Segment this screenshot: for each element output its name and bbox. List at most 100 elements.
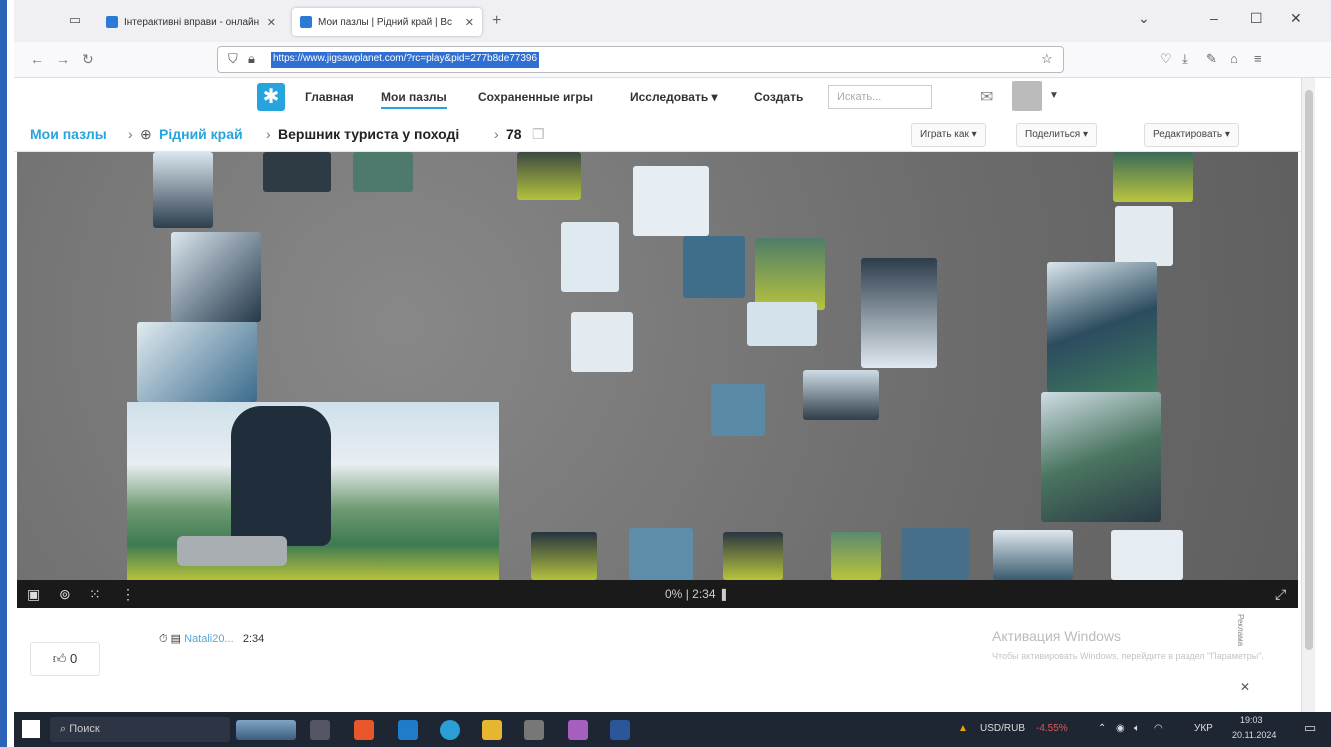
puzzle-piece[interactable] — [993, 530, 1073, 580]
bookmark-star-icon[interactable]: ☆ — [1041, 51, 1053, 67]
site-logo-icon[interactable]: ✱ — [257, 83, 285, 111]
chevron-down-icon[interactable]: ▼ — [1049, 90, 1059, 101]
puzzle-piece[interactable] — [517, 152, 581, 200]
puzzle-piece[interactable] — [831, 532, 881, 580]
puzzle-piece[interactable] — [153, 152, 213, 228]
edit-button[interactable]: Редактировать ▾ — [1144, 123, 1239, 147]
word-icon[interactable] — [610, 720, 630, 740]
tab-list-icon[interactable]: ▭ — [66, 12, 84, 28]
minimize-icon[interactable]: – — [1210, 10, 1218, 26]
share-button[interactable]: Поделиться ▾ — [1016, 123, 1098, 147]
close-tab-icon[interactable]: ✕ — [465, 16, 474, 29]
nav-explore[interactable]: Исследовать ▾ — [630, 90, 718, 104]
app-icon[interactable] — [398, 720, 418, 740]
puzzle-piece[interactable] — [711, 384, 765, 436]
puzzle-piece[interactable] — [1115, 206, 1173, 266]
pause-icon[interactable]: ❚ — [719, 587, 729, 601]
breadcrumb-my-puzzles[interactable]: Мои пазлы — [30, 126, 107, 142]
task-view-icon[interactable] — [310, 720, 330, 740]
new-tab-button[interactable]: + — [492, 12, 501, 30]
puzzle-piece[interactable] — [747, 302, 817, 346]
puzzle-piece[interactable] — [1047, 262, 1157, 392]
extensions-icon[interactable]: ✎ — [1206, 51, 1217, 67]
downloads-icon[interactable]: ⤓ — [1182, 51, 1188, 67]
forward-icon[interactable]: → — [56, 51, 70, 67]
nav-home[interactable]: Главная — [305, 90, 354, 104]
home-icon[interactable]: ⌂ — [1230, 51, 1238, 66]
puzzle-piece[interactable] — [633, 166, 709, 236]
wifi-icon[interactable]: ◠ — [1154, 723, 1163, 734]
record-user[interactable]: Natali20... — [184, 633, 234, 645]
clock-time[interactable]: 19:03 — [1240, 715, 1263, 725]
puzzle-piece[interactable] — [861, 258, 937, 368]
puzzle-piece[interactable] — [353, 152, 413, 192]
breadcrumb-folder[interactable]: Рідний край — [159, 126, 243, 142]
pocket-icon[interactable]: ♡ — [1160, 51, 1172, 67]
keyboard-language[interactable]: УКР — [1194, 723, 1213, 734]
more-options-icon[interactable]: ⋮ — [121, 586, 135, 603]
avatar[interactable] — [1012, 81, 1042, 111]
like-button[interactable]: 👍︎ 0 — [30, 642, 100, 676]
assembled-puzzle-section[interactable] — [127, 402, 499, 580]
puzzle-piece[interactable] — [629, 528, 693, 580]
ghost-image-icon[interactable]: ⊚ — [59, 586, 71, 603]
mail-icon[interactable]: ✉ — [980, 87, 993, 107]
url-text[interactable]: https://www.jigsawplanet.com/?rc=play&pi… — [271, 52, 540, 68]
browser-tab-1[interactable]: Інтерактивні вправи - онлайн ✕ — [98, 8, 284, 36]
maximize-icon[interactable]: ☐ — [1250, 10, 1263, 27]
puzzle-piece[interactable] — [803, 370, 879, 420]
puzzle-piece[interactable] — [901, 528, 969, 580]
puzzle-piece[interactable] — [1111, 530, 1183, 580]
puzzle-piece[interactable] — [571, 312, 633, 372]
scatter-pieces-icon[interactable]: ⁙ — [89, 586, 101, 603]
puzzle-piece[interactable] — [561, 222, 619, 292]
weather-widget-icon[interactable] — [236, 720, 296, 740]
nav-create[interactable]: Создать — [754, 90, 803, 104]
puzzle-piece[interactable] — [755, 238, 825, 310]
chevron-right-icon: › — [494, 126, 499, 142]
volume-icon[interactable]: 🔈︎ — [1134, 723, 1140, 734]
close-window-icon[interactable]: ✕ — [1290, 10, 1302, 27]
puzzle-piece[interactable] — [531, 532, 597, 580]
tray-chevron-up-icon[interactable]: ⌃ — [1098, 723, 1106, 734]
currency-label[interactable]: USD/RUB — [980, 723, 1025, 734]
puzzle-piece[interactable] — [171, 232, 261, 322]
edge-icon[interactable] — [440, 720, 460, 740]
lock-icon[interactable]: 🔒︎ — [248, 51, 255, 67]
browser-tab-2[interactable]: Мои пазлы | Рідний край | Вс ✕ — [292, 8, 482, 36]
page-scrollbar[interactable] — [1301, 78, 1315, 712]
shield-icon[interactable]: ⛉ — [228, 51, 238, 67]
close-ad-icon[interactable]: ✕ — [1240, 680, 1250, 694]
file-explorer-icon[interactable] — [482, 720, 502, 740]
puzzle-piece[interactable] — [263, 152, 331, 192]
puzzle-board[interactable] — [17, 152, 1298, 580]
network-icon[interactable]: ◉ — [1116, 723, 1125, 734]
fullscreen-icon[interactable]: ⤢ — [1275, 586, 1286, 603]
puzzle-piece[interactable] — [683, 236, 745, 298]
tab-overflow-icon[interactable]: ⌄ — [1138, 10, 1150, 27]
viber-icon[interactable] — [568, 720, 588, 740]
puzzle-piece[interactable] — [1041, 392, 1161, 522]
tab-title: Інтерактивні вправи - онлайн — [124, 16, 260, 28]
clock-date[interactable]: 20.11.2024 — [1232, 730, 1276, 740]
reload-icon[interactable]: ↻ — [82, 51, 94, 68]
url-bar[interactable]: ⛉ 🔒︎ https://www.jigsawplanet.com/?rc=pl… — [217, 46, 1064, 73]
store-icon[interactable] — [524, 720, 544, 740]
menu-icon[interactable]: ≡ — [1254, 51, 1262, 66]
firefox-icon[interactable] — [354, 720, 374, 740]
play-as-button[interactable]: Играть как ▾ — [911, 123, 986, 147]
scrollbar-thumb[interactable] — [1305, 90, 1313, 650]
windows-start-icon[interactable] — [22, 720, 40, 738]
puzzle-piece[interactable] — [723, 532, 783, 580]
nav-saved-games[interactable]: Сохраненные игры — [478, 90, 593, 104]
taskbar-search[interactable]: ⌕ Поиск — [50, 717, 230, 742]
back-icon[interactable]: ← — [30, 51, 44, 67]
search-input[interactable]: Искать... — [828, 85, 932, 109]
image-preview-icon[interactable]: ▣ — [27, 586, 40, 603]
puzzle-piece[interactable] — [137, 322, 257, 402]
puzzle-piece[interactable] — [1113, 152, 1193, 202]
notifications-icon[interactable]: ▭ — [1304, 720, 1316, 736]
nav-my-puzzles[interactable]: Мои пазлы — [381, 90, 447, 109]
ad-label: Реклама — [1236, 614, 1245, 647]
close-tab-icon[interactable]: ✕ — [267, 16, 276, 29]
